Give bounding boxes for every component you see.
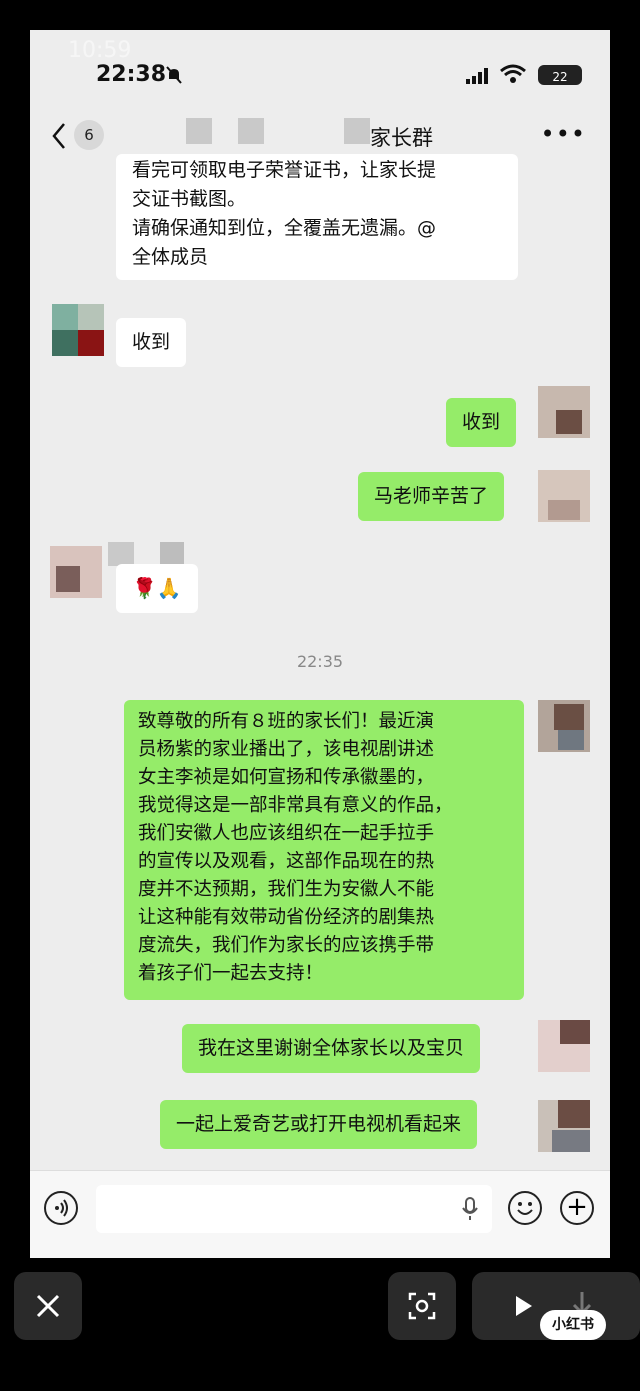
avatar[interactable] bbox=[538, 1020, 590, 1072]
message-bubble: 我在这里谢谢全体家长以及宝贝 bbox=[182, 1024, 481, 1073]
unread-badge[interactable]: 6 bbox=[74, 120, 104, 150]
add-icon[interactable]: + bbox=[560, 1191, 594, 1225]
close-button[interactable] bbox=[14, 1272, 82, 1340]
more-icon[interactable]: ••• bbox=[541, 120, 586, 148]
status-bar: 10:59 22:38 22 bbox=[30, 30, 610, 100]
redacted-name bbox=[160, 542, 184, 566]
image-search-button[interactable] bbox=[388, 1272, 456, 1340]
message-bubble: 一起上爱奇艺或打开电视机看起来 bbox=[160, 1100, 478, 1149]
redacted-name bbox=[186, 118, 212, 144]
emoji-icon[interactable] bbox=[508, 1191, 542, 1225]
message-bubble: 收到 bbox=[116, 318, 187, 367]
message-bubble: 致尊敬的所有８班的家长们！最近演 员杨紫的家业播出了，该电视剧讲述 女主李祯是如… bbox=[124, 700, 524, 1000]
status-time: 22:38 bbox=[96, 62, 167, 87]
message-bubble: 收到 bbox=[446, 398, 517, 447]
scan-icon bbox=[408, 1292, 436, 1320]
avatar[interactable] bbox=[52, 304, 104, 356]
avatar[interactable] bbox=[538, 700, 590, 752]
timestamp: 22:35 bbox=[296, 652, 344, 671]
message-bubble: 看完可领取电子荣誉证书，让家长提 交证书截图。 请确保通知到位，全覆盖无遗漏。@… bbox=[116, 154, 518, 280]
avatar[interactable] bbox=[538, 470, 590, 522]
avatar[interactable] bbox=[538, 386, 590, 438]
chat-title: 家长群 bbox=[370, 126, 433, 150]
redacted-name bbox=[238, 118, 264, 144]
avatar[interactable] bbox=[538, 1100, 590, 1152]
sound-wave-icon bbox=[55, 1199, 68, 1217]
input-bar: + bbox=[30, 1170, 610, 1258]
smile-icon bbox=[517, 1202, 533, 1215]
message-bubble: 🌹🙏 bbox=[116, 564, 198, 613]
overlay-time: 10:59 bbox=[68, 38, 132, 63]
redacted-name bbox=[108, 542, 134, 566]
message-input[interactable] bbox=[96, 1185, 492, 1233]
message-bubble: 马老师辛苦了 bbox=[358, 472, 505, 521]
chat-screen: 10:59 22:38 22 6 家长群 ••• 看完可领取电子荣誉证书，让家长… bbox=[30, 30, 610, 1258]
close-icon bbox=[36, 1294, 60, 1318]
battery-icon: 22 bbox=[538, 65, 582, 85]
voice-toggle-icon[interactable] bbox=[44, 1191, 78, 1225]
wifi-icon bbox=[500, 64, 526, 83]
watermark-logo: 小红书 bbox=[540, 1310, 606, 1340]
microphone-icon[interactable] bbox=[462, 1197, 478, 1221]
avatar[interactable] bbox=[50, 546, 102, 598]
signal-icon bbox=[466, 68, 488, 84]
mute-bell-icon bbox=[166, 66, 182, 84]
redacted-name bbox=[344, 118, 370, 144]
